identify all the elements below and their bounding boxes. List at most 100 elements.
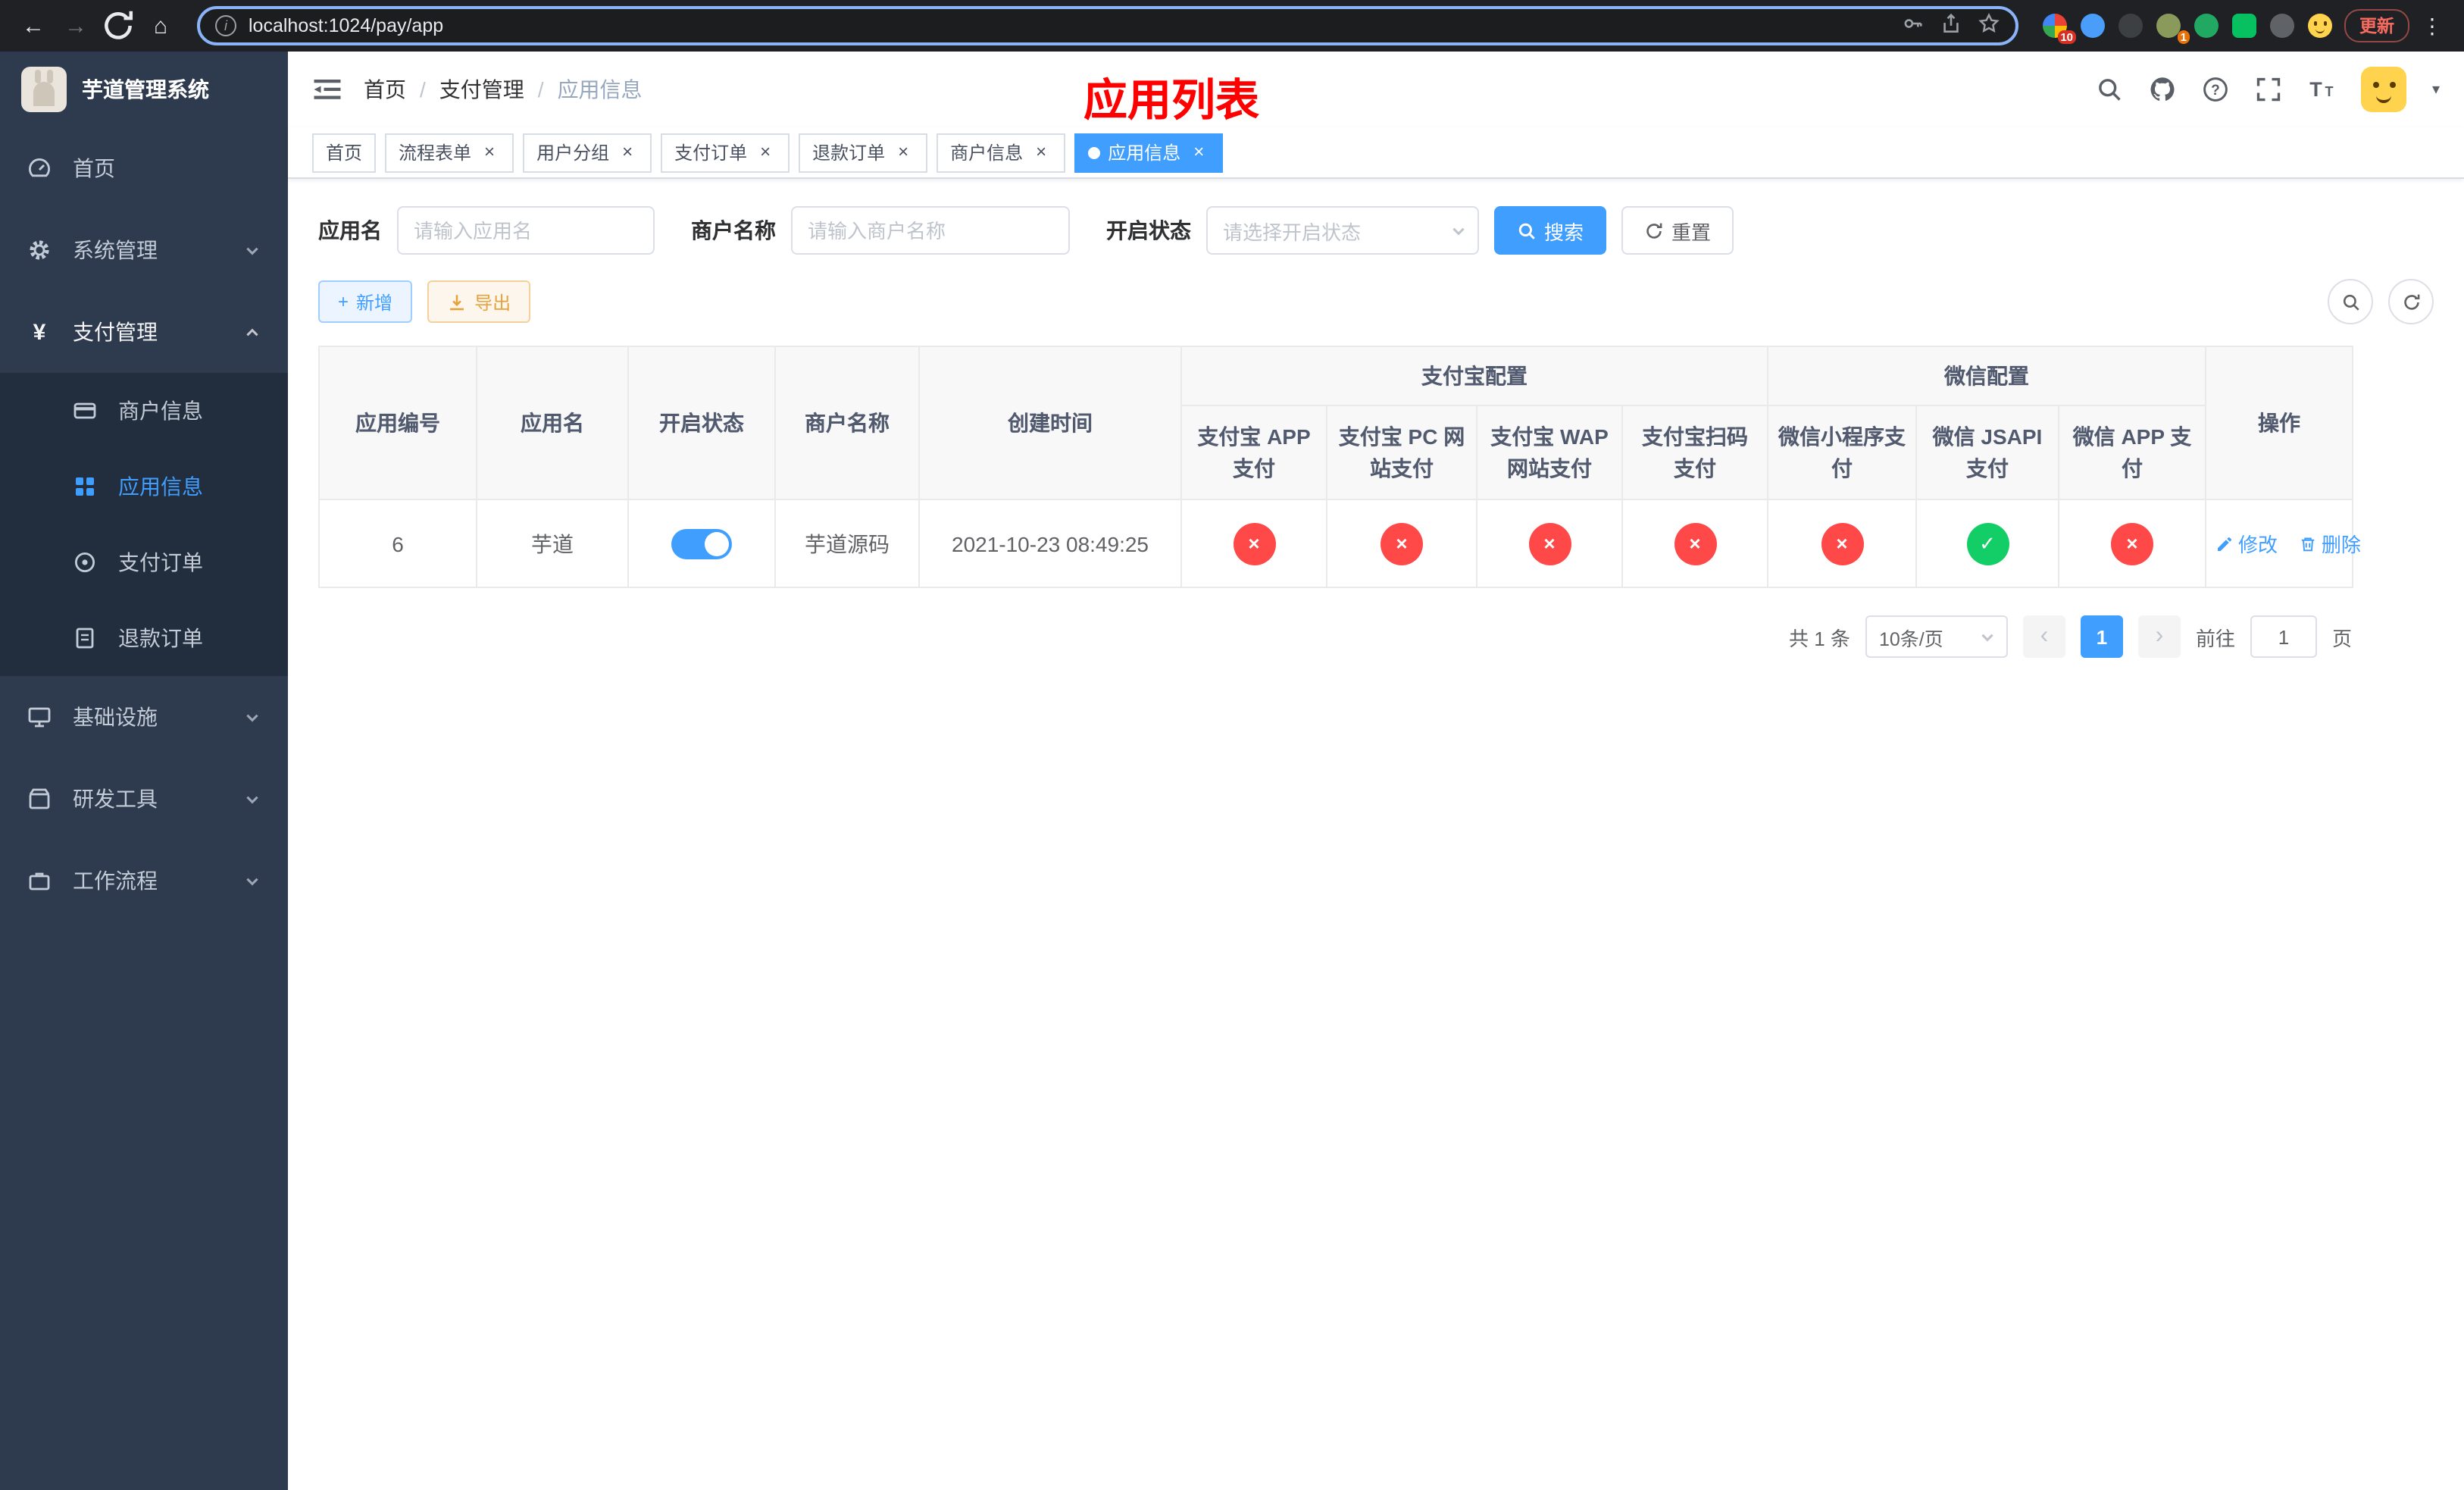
tab-home[interactable]: 首页 xyxy=(312,133,377,172)
github-icon[interactable] xyxy=(2149,76,2176,103)
plus-icon: + xyxy=(338,291,349,312)
sidebar-item-infrastructure[interactable]: 基础设施 xyxy=(0,676,288,758)
next-page-button[interactable]: › xyxy=(2137,615,2181,658)
extension-icon-6[interactable] xyxy=(2232,14,2256,38)
close-icon[interactable]: × xyxy=(893,141,914,163)
browser-update-button[interactable]: 更新 xyxy=(2344,9,2409,42)
alipay-qr-status-icon: × xyxy=(1674,522,1716,565)
chevron-down-icon xyxy=(1450,222,1467,239)
table-toolbar: + 新增 导出 xyxy=(318,279,2434,324)
tab-merchant-info[interactable]: 商户信息 × xyxy=(937,133,1066,172)
app-logo xyxy=(21,67,67,112)
alipay-wap-status-icon: × xyxy=(1528,522,1571,565)
font-size-icon[interactable]: TT xyxy=(2308,76,2335,103)
sidebar-item-label: 支付管理 xyxy=(73,320,158,344)
sidebar-item-payment[interactable]: ¥ 支付管理 xyxy=(0,291,288,373)
breadcrumb-separator: / xyxy=(537,77,544,102)
bookmark-star-icon[interactable] xyxy=(1978,12,2000,39)
goto-unit: 页 xyxy=(2331,627,2352,650)
sidebar-item-app-info[interactable]: 应用信息 xyxy=(0,449,288,524)
status-toggle[interactable] xyxy=(671,528,732,559)
tab-refund-order[interactable]: 退款订单 × xyxy=(799,133,928,172)
breadcrumb-item-home[interactable]: 首页 xyxy=(364,74,406,105)
main-area: 首页 / 支付管理 / 应用信息 应用列表 ? TT ▾ 首页 流程表单 × 用… xyxy=(288,52,2464,1490)
reset-button[interactable]: 重置 xyxy=(1621,206,1734,255)
delete-link-label: 删除 xyxy=(2321,534,2361,556)
caret-down-icon[interactable]: ▾ xyxy=(2432,81,2440,98)
export-button-label: 导出 xyxy=(474,292,511,313)
hamburger-icon[interactable] xyxy=(312,74,342,105)
delete-link[interactable]: 删除 xyxy=(2299,529,2361,558)
breadcrumb-item-payment[interactable]: 支付管理 xyxy=(439,74,524,105)
close-icon[interactable]: × xyxy=(617,141,638,163)
password-key-icon[interactable] xyxy=(1902,12,1925,39)
close-icon[interactable]: × xyxy=(755,141,776,163)
add-button[interactable]: + 新增 xyxy=(318,280,413,323)
status-select[interactable]: 请选择开启状态 xyxy=(1206,206,1479,255)
address-bar[interactable]: i localhost:1024/pay/app xyxy=(197,6,2018,45)
sidebar-item-system[interactable]: 系统管理 xyxy=(0,209,288,291)
sidebar-item-refund-order[interactable]: 退款订单 xyxy=(0,600,288,676)
page-1-button[interactable]: 1 xyxy=(2080,615,2123,658)
table-row: 6 芋道 芋道源码 2021-10-23 08:49:25 × × × × × … xyxy=(318,499,2361,588)
goto-page-input[interactable] xyxy=(2250,615,2317,658)
col-alipay-wap: 支付宝 WAP 网站支付 xyxy=(1476,405,1623,500)
sidebar-item-merchant-info[interactable]: 商户信息 xyxy=(0,373,288,449)
export-button[interactable]: 导出 xyxy=(427,280,531,323)
avatar[interactable] xyxy=(2360,67,2406,112)
col-group-wechat: 微信配置 xyxy=(1767,346,2206,406)
tab-pay-order[interactable]: 支付订单 × xyxy=(661,133,790,172)
app-name-input[interactable] xyxy=(397,206,655,255)
extensions-puzzle-icon[interactable] xyxy=(2270,14,2294,38)
col-alipay-qr: 支付宝扫码支付 xyxy=(1621,405,1768,500)
sidebar-item-workflow[interactable]: 工作流程 xyxy=(0,840,288,922)
add-button-label: 新增 xyxy=(356,292,393,313)
extension-icon-5[interactable] xyxy=(2194,14,2219,38)
tab-label: 流程表单 xyxy=(399,142,472,164)
extension-icon-4[interactable]: 1 xyxy=(2156,14,2190,44)
site-info-icon[interactable]: i xyxy=(215,15,236,36)
page-size-select[interactable]: 10条/页 xyxy=(1865,615,2008,658)
profile-avatar-icon[interactable] xyxy=(2308,14,2332,38)
extension-icon-1[interactable]: 10 xyxy=(2043,14,2076,44)
page-title: 应用列表 xyxy=(1083,77,1260,126)
forward-icon[interactable]: → xyxy=(58,8,94,44)
col-alipay-app: 支付宝 APP 支付 xyxy=(1180,405,1327,500)
merchant-name-input[interactable] xyxy=(791,206,1070,255)
edit-link-label: 修改 xyxy=(2238,534,2278,556)
prev-page-button[interactable]: ‹ xyxy=(2022,615,2065,658)
col-app-id: 应用编号 xyxy=(318,346,477,500)
search-button-label: 搜索 xyxy=(1544,221,1584,243)
alipay-app-status-icon: × xyxy=(1233,522,1275,565)
tab-app-info[interactable]: 应用信息 × xyxy=(1074,133,1224,172)
browser-menu-icon[interactable]: ⋮ xyxy=(2416,13,2449,39)
home-icon[interactable]: ⌂ xyxy=(142,8,179,44)
back-icon[interactable]: ← xyxy=(15,8,52,44)
tab-process-form[interactable]: 流程表单 × xyxy=(385,133,514,172)
search-icon[interactable] xyxy=(2096,76,2123,103)
sidebar-logo-row[interactable]: 芋道管理系统 xyxy=(0,52,288,127)
extension-icon-3[interactable] xyxy=(2118,14,2143,38)
reload-icon[interactable] xyxy=(100,8,136,44)
edit-link[interactable]: 修改 xyxy=(2215,529,2278,558)
fullscreen-icon[interactable] xyxy=(2255,76,2282,103)
sidebar-item-devtools[interactable]: 研发工具 xyxy=(0,758,288,840)
toggle-search-button[interactable] xyxy=(2328,279,2373,324)
refresh-button[interactable] xyxy=(2388,279,2434,324)
share-icon[interactable] xyxy=(1940,12,1962,39)
close-icon[interactable]: × xyxy=(1030,141,1052,163)
help-icon[interactable]: ? xyxy=(2202,76,2229,103)
sidebar-item-pay-order[interactable]: 支付订单 xyxy=(0,524,288,600)
close-icon[interactable]: × xyxy=(479,141,500,163)
chevron-down-icon xyxy=(244,790,261,807)
active-tab-dot xyxy=(1088,146,1101,158)
extension-icon-2[interactable] xyxy=(2081,14,2105,38)
tab-label: 退款订单 xyxy=(812,142,886,164)
chevron-up-icon xyxy=(244,324,261,340)
sidebar-item-home[interactable]: 首页 xyxy=(0,127,288,209)
tab-label: 商户信息 xyxy=(950,142,1024,164)
close-icon[interactable]: × xyxy=(1188,141,1209,163)
search-button[interactable]: 搜索 xyxy=(1494,206,1607,255)
tab-user-group[interactable]: 用户分组 × xyxy=(523,133,652,172)
svg-text:?: ? xyxy=(2211,83,2220,99)
